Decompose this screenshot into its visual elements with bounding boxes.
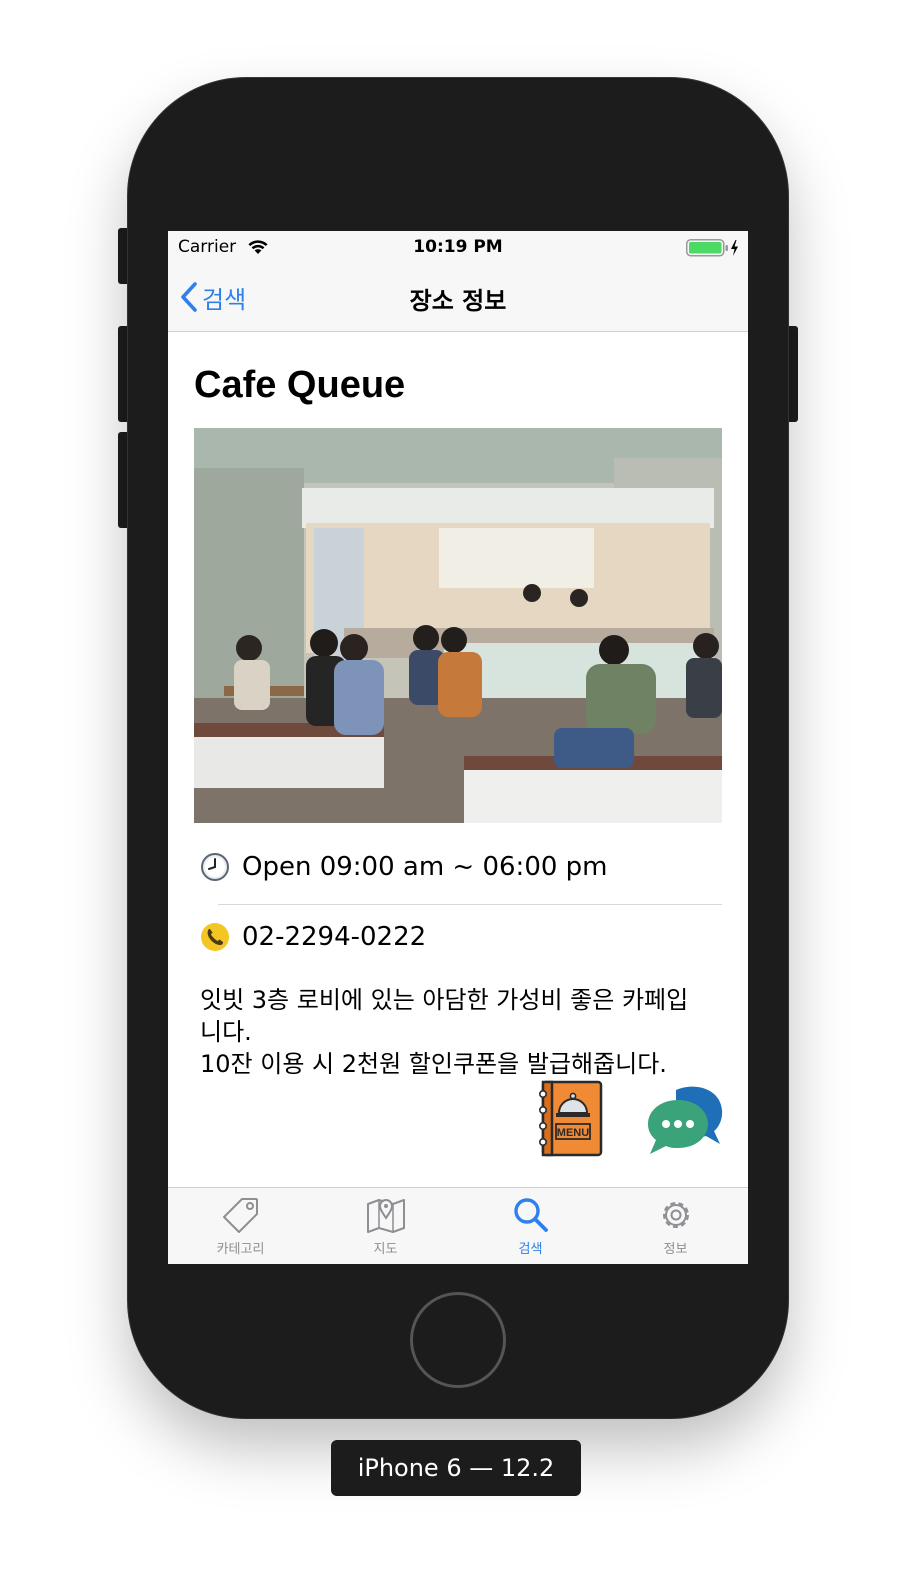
place-description: 잇빗 3층 로비에 있는 아담한 가성비 좋은 카페입 니다. 10잔 이용 시…	[200, 984, 722, 1080]
tab-label: 정보	[663, 1242, 688, 1257]
phone-row[interactable]: 02-2294-0222	[200, 922, 426, 952]
tab-category[interactable]: 카테고리	[168, 1196, 313, 1257]
page-title: 장소 정보	[409, 287, 507, 315]
tab-search[interactable]: 검색	[458, 1196, 603, 1257]
app-screen: Carrier 10:19 PM 검색 장소 정보 Cafe Queue Ope…	[168, 231, 748, 1264]
status-time: 10:19 PM	[413, 237, 503, 257]
status-bar: Carrier 10:19 PM	[168, 231, 748, 263]
tab-label: 검색	[518, 1242, 543, 1257]
battery-charging-icon	[686, 239, 738, 257]
tab-bar: 카테고리 지도 검색 정보	[168, 1187, 748, 1264]
tab-info[interactable]: 정보	[603, 1196, 748, 1257]
home-button[interactable]	[410, 1292, 506, 1388]
chat-button[interactable]	[644, 1084, 724, 1162]
tag-icon	[222, 1198, 258, 1233]
description-line: 니다.	[200, 1018, 252, 1046]
menu-button[interactable]: MENU	[538, 1080, 604, 1162]
gear-icon	[662, 1202, 689, 1228]
simulator-device-label: iPhone 6 — 12.2	[331, 1440, 581, 1496]
place-photo	[194, 428, 722, 823]
phone-number[interactable]: 02-2294-0222	[242, 922, 426, 952]
search-icon	[513, 1198, 548, 1232]
phone-icon	[201, 923, 229, 951]
tab-label: 지도	[373, 1242, 398, 1257]
chat-bubbles-icon	[648, 1086, 723, 1154]
menu-book-icon: MENU	[538, 1080, 603, 1157]
info-divider	[218, 904, 722, 905]
place-name: Cafe Queue	[194, 364, 406, 406]
navigation-bar: 검색 장소 정보	[168, 263, 748, 332]
hours-row: Open 09:00 am ~ 06:00 pm	[200, 852, 608, 882]
menu-icon-text: MENU	[557, 1127, 589, 1139]
clock-icon	[201, 853, 229, 881]
tab-map[interactable]: 지도	[313, 1196, 458, 1257]
description-line: 잇빗 3층 로비에 있는 아담한 가성비 좋은 카페입	[200, 986, 689, 1014]
hours-text: Open 09:00 am ~ 06:00 pm	[242, 852, 608, 882]
map-icon	[366, 1199, 405, 1233]
description-line: 10잔 이용 시 2천원 할인쿠폰을 발급해줍니다.	[200, 1050, 667, 1078]
tab-label: 카테고리	[216, 1242, 265, 1257]
